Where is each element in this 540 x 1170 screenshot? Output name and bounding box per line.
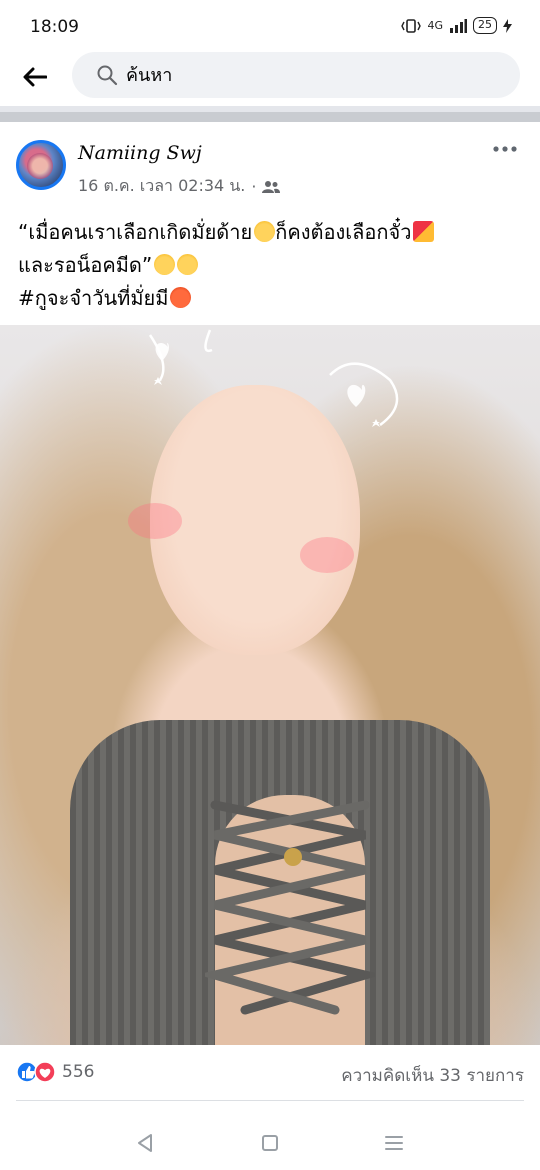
back-triangle-icon[interactable] — [132, 1130, 158, 1156]
meta-separator: · — [251, 177, 257, 196]
arrow-left-icon — [23, 67, 47, 87]
post-text-segment: และรอน็อคมีด” — [18, 253, 153, 277]
post-text-line-3: #กูจะจำวันที่มั่ยมี — [18, 282, 518, 315]
photo-laces — [205, 800, 375, 1015]
author-name[interactable]: Namiing Swj — [78, 142, 202, 164]
post-text-segment: ก็คงต้องเลือกจั๋ว — [275, 220, 412, 244]
status-time: 18:09 — [30, 17, 79, 37]
comments-count[interactable]: ความคิดเห็น 33 รายการ — [341, 1062, 524, 1089]
reactions-row: 556 ความคิดเห็น 33 รายการ — [0, 1053, 540, 1093]
vibrate-icon — [401, 18, 422, 33]
search-input[interactable] — [126, 60, 486, 90]
status-icons: 4G 25 — [401, 17, 512, 34]
reactions-count[interactable]: 556 — [62, 1062, 94, 1082]
more-options-icon[interactable] — [492, 144, 518, 154]
post-date[interactable]: 16 ต.ค. เวลา 02:34 น. — [78, 174, 245, 199]
home-square-icon[interactable] — [257, 1130, 283, 1156]
search-icon — [97, 65, 118, 86]
cursing-face-emoji-icon — [170, 287, 192, 308]
search-header — [0, 48, 540, 104]
pleading-face-emoji-icon — [254, 221, 276, 242]
post-header: Namiing Swj 16 ต.ค. เวลา 02:34 น. · — [0, 130, 540, 200]
photo-blush — [128, 503, 182, 539]
post-text: “เมื่อคนเราเลือกเกิดมั่ยด้าย ก็คงต้องเลือ… — [18, 216, 518, 315]
post-hashtag[interactable]: #กูจะจำวันที่มั่ยมี — [18, 286, 168, 310]
photo-content — [0, 325, 540, 1045]
reactions-icons[interactable] — [16, 1061, 56, 1083]
post-photo[interactable] — [0, 325, 540, 1045]
rofl-emoji-icon — [177, 254, 199, 275]
battery-indicator: 25 — [473, 17, 497, 34]
rofl-emoji-icon — [154, 254, 176, 275]
post-text-line-2: และรอน็อคมีด” — [18, 249, 518, 282]
network-label: 4G — [427, 19, 443, 32]
section-divider — [0, 106, 540, 122]
heart-ears-sticker-icon — [148, 329, 399, 427]
author-avatar[interactable] — [16, 140, 66, 190]
post-meta: 16 ต.ค. เวลา 02:34 น. · — [78, 174, 281, 199]
charging-icon — [503, 18, 512, 33]
post-text-line-1: “เมื่อคนเราเลือกเกิดมั่ยด้าย ก็คงต้องเลือ… — [18, 216, 518, 249]
post-text-segment: “เมื่อคนเราเลือกเกิดมั่ยด้าย — [18, 220, 253, 244]
system-nav-bar — [0, 1118, 540, 1170]
back-button[interactable] — [18, 60, 52, 94]
menu-lines-icon[interactable] — [381, 1130, 407, 1156]
jester-emoji-icon — [413, 221, 435, 242]
signal-icon — [450, 18, 467, 33]
photo-blush — [300, 537, 354, 573]
search-box[interactable] — [72, 52, 520, 98]
reactions-divider — [16, 1100, 524, 1101]
friends-icon — [262, 180, 281, 193]
